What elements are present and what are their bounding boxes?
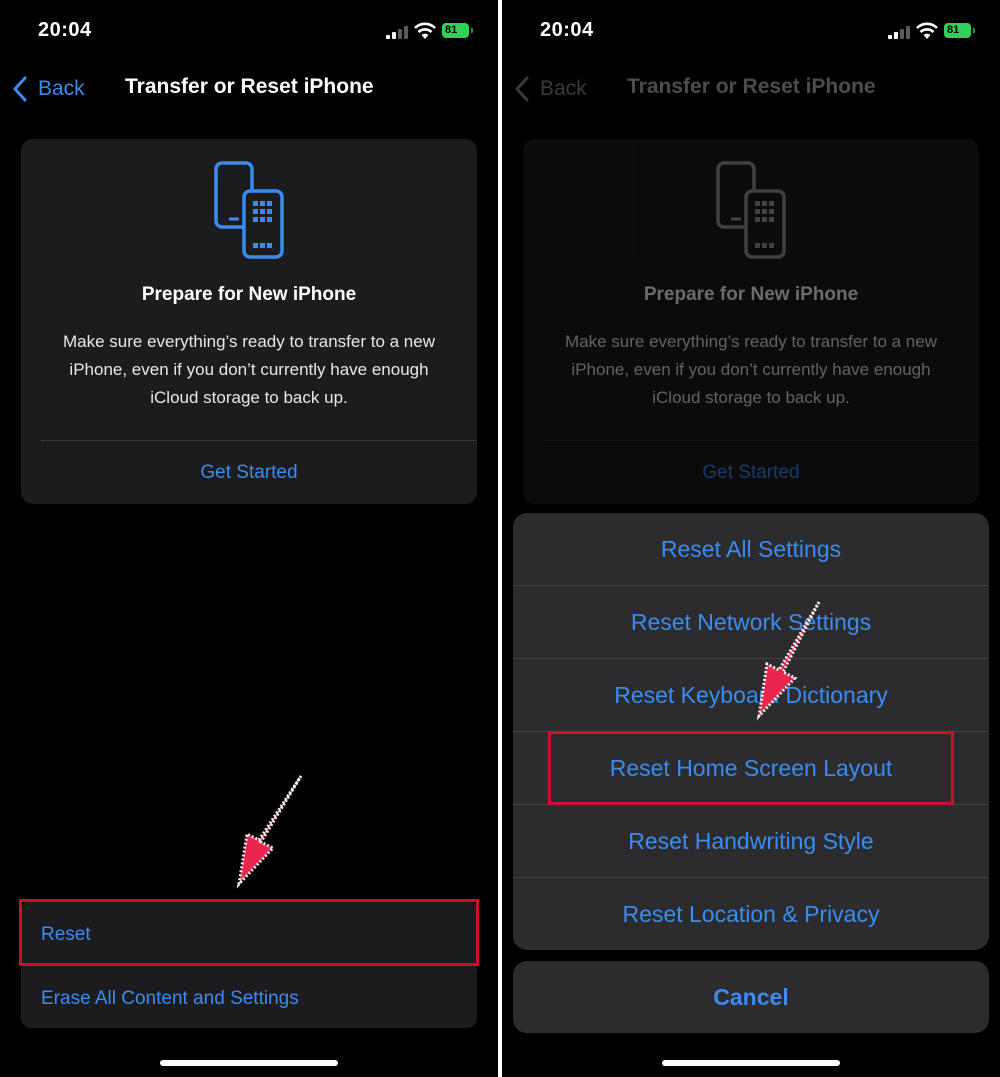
cancel-button[interactable]: Cancel — [513, 961, 989, 1033]
back-label: Back — [540, 77, 587, 100]
back-label: Back — [38, 77, 85, 100]
transfer-phones-icon — [214, 161, 284, 259]
right-screen: 20:04 81 Back Transfer or Reset iPhone P… — [502, 0, 1000, 1077]
divider — [543, 440, 979, 441]
battery-icon: 81 — [944, 23, 975, 38]
reset-handwriting-style-option[interactable]: Reset Handwriting Style — [513, 805, 989, 878]
card-description: Make sure everything’s ready to transfer… — [565, 332, 937, 407]
home-indicator — [160, 1060, 338, 1066]
pointer-arrow-icon — [756, 601, 821, 721]
back-chevron-icon — [515, 76, 529, 102]
page-title: Transfer or Reset iPhone — [627, 75, 876, 98]
battery-icon: 81 — [442, 23, 473, 38]
card-title: Prepare for New iPhone — [643, 284, 859, 305]
reset-all-settings-option[interactable]: Reset All Settings — [513, 513, 989, 586]
back-chevron-icon — [13, 76, 27, 102]
wifi-icon — [916, 22, 938, 39]
back-button[interactable]: Back — [514, 74, 587, 104]
divider — [41, 440, 477, 441]
prepare-card: Prepare for New iPhone Make sure everyth… — [21, 139, 477, 504]
reset-location-privacy-option[interactable]: Reset Location & Privacy — [513, 878, 989, 950]
get-started-button[interactable]: Get Started — [21, 462, 477, 484]
card-title: Prepare for New iPhone — [141, 284, 357, 305]
card-description: Make sure everything’s ready to transfer… — [63, 332, 435, 407]
prepare-card: Prepare for New iPhone Make sure everyth… — [523, 139, 979, 504]
left-screen: 20:04 81 Back Transfer or Reset iPhone P… — [0, 0, 498, 1077]
cellular-signal-icon — [888, 26, 910, 39]
page-title: Transfer or Reset iPhone — [125, 75, 374, 98]
status-time: 20:04 — [540, 19, 594, 41]
home-indicator — [662, 1060, 840, 1066]
cellular-signal-icon — [386, 26, 408, 39]
erase-all-content-row[interactable]: Erase All Content and Settings — [41, 988, 299, 1010]
get-started-button[interactable]: Get Started — [523, 462, 979, 484]
wifi-icon — [414, 22, 436, 39]
back-button[interactable]: Back — [12, 74, 85, 104]
reset-highlight-box — [19, 899, 479, 966]
status-time: 20:04 — [38, 19, 92, 41]
pointer-arrow-icon — [236, 775, 303, 889]
transfer-phones-icon — [716, 161, 786, 259]
home-screen-layout-highlight-box — [548, 731, 954, 805]
